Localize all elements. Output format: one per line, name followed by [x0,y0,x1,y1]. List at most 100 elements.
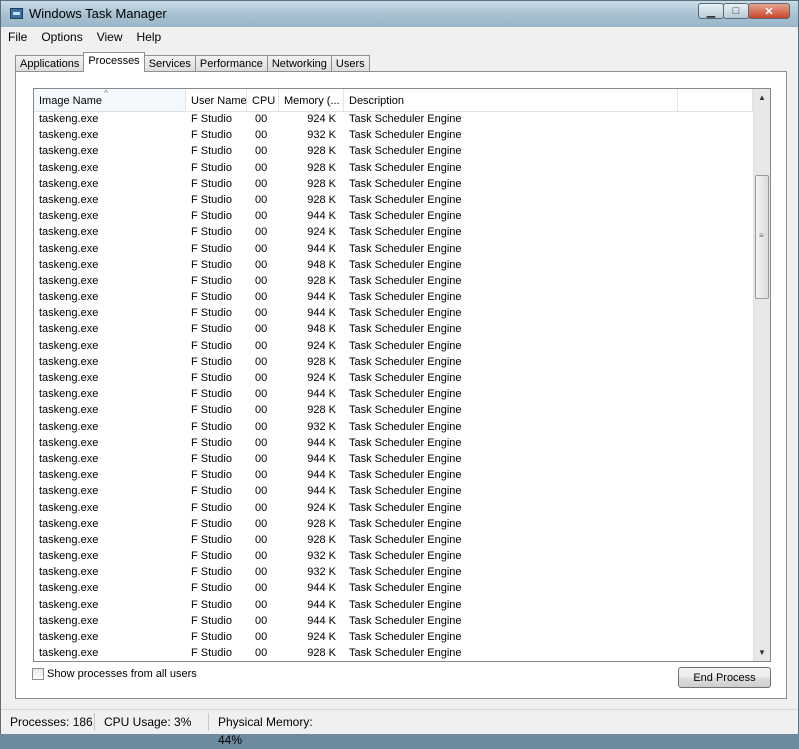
cell-cpu: 00 [255,226,268,239]
table-row[interactable]: taskeng.exe F Studio 00 928 K Task Scheduler… [34,143,753,159]
cell-image-name: taskeng.exe [39,452,99,465]
table-row[interactable]: taskeng.exe F Studio 00 944 K Task Scheduler… [34,289,753,305]
close-button[interactable]: ✕ [748,3,790,19]
cell-image-name: taskeng.exe [39,193,99,206]
column-header-memory[interactable]: Memory (... [279,89,344,111]
table-row[interactable]: taskeng.exe F Studio 00 928 K Task Scheduler… [34,160,753,176]
cell-cpu: 00 [255,598,268,611]
cell-user-name: F Studio [191,210,232,223]
table-row[interactable]: taskeng.exe F Studio 00 944 K Task Scheduler… [34,483,753,499]
show-all-users-checkbox[interactable] [32,668,44,680]
cell-memory: 944 K [307,242,336,255]
cell-user-name: F Studio [191,404,232,417]
table-row[interactable]: taskeng.exe F Studio 00 928 K Task Scheduler… [34,192,753,208]
table-row[interactable]: taskeng.exe F Studio 00 944 K Task Scheduler… [34,580,753,596]
cell-description: Task Scheduler Engine [349,404,462,417]
cell-user-name: F Studio [191,226,232,239]
cell-cpu: 00 [255,145,268,158]
cell-description: Task Scheduler Engine [349,113,462,125]
menu-help[interactable]: Help [130,27,169,47]
cell-image-name: taskeng.exe [39,307,99,320]
cell-memory: 944 K [307,307,336,320]
cell-image-name: taskeng.exe [39,339,99,352]
menu-bar: File Options View Help [1,27,798,47]
table-row[interactable]: taskeng.exe F Studio 00 948 K Task Scheduler… [34,257,753,273]
cell-user-name: F Studio [191,517,232,530]
table-row[interactable]: taskeng.exe F Studio 00 944 K Task Scheduler… [34,435,753,451]
show-all-users-option[interactable]: Show processes from all users [32,668,197,680]
table-row[interactable]: taskeng.exe F Studio 00 944 K Task Scheduler… [34,305,753,321]
table-row[interactable]: taskeng.exe F Studio 00 928 K Task Scheduler… [34,176,753,192]
cell-description: Task Scheduler Engine [349,598,462,611]
table-row[interactable]: taskeng.exe F Studio 00 924 K Task Scheduler… [34,629,753,645]
cell-description: Task Scheduler Engine [349,355,462,368]
cell-user-name: F Studio [191,614,232,627]
tab-applications[interactable]: Applications [15,55,85,72]
cell-user-name: F Studio [191,452,232,465]
column-header-image-name[interactable]: ^ Image Name [34,89,186,111]
cell-memory: 944 K [307,582,336,595]
column-header-user-name[interactable]: User Name [186,89,247,111]
vertical-scrollbar[interactable]: ▲ ≡ ▼ [753,89,770,661]
table-row[interactable]: taskeng.exe F Studio 00 932 K Task Scheduler… [34,127,753,143]
table-row[interactable]: taskeng.exe F Studio 00 928 K Task Scheduler… [34,354,753,370]
column-header-cpu[interactable]: CPU [247,89,279,111]
end-process-button[interactable]: End Process [678,667,771,688]
cell-memory: 932 K [307,550,336,563]
scroll-up-icon[interactable]: ▲ [754,89,770,106]
table-row[interactable]: taskeng.exe F Studio 00 924 K Task Scheduler… [34,111,753,127]
menu-options[interactable]: Options [34,27,89,47]
cell-cpu: 00 [255,242,268,255]
table-row[interactable]: taskeng.exe F Studio 00 932 K Task Scheduler… [34,419,753,435]
processes-panel: ^ Image Name User Name CPU Memory (... D… [15,71,787,699]
table-row[interactable]: taskeng.exe F Studio 00 928 K Task Scheduler… [34,273,753,289]
cell-cpu: 00 [255,647,268,660]
tab-users[interactable]: Users [330,55,370,72]
menu-view[interactable]: View [90,27,130,47]
column-header-label: Image Name [39,95,102,107]
table-row[interactable]: taskeng.exe F Studio 00 924 K Task Scheduler… [34,500,753,516]
table-row[interactable]: taskeng.exe F Studio 00 932 K Task Scheduler… [34,564,753,580]
table-row[interactable]: taskeng.exe F Studio 00 948 K Task Scheduler… [34,321,753,337]
process-list[interactable]: ^ Image Name User Name CPU Memory (... D… [33,88,771,662]
table-row[interactable]: taskeng.exe F Studio 00 928 K Task Scheduler… [34,645,753,661]
column-header-description[interactable]: Description [344,89,678,111]
table-row[interactable]: taskeng.exe F Studio 00 944 K Task Scheduler… [34,208,753,224]
cell-cpu: 00 [255,614,268,627]
tab-networking[interactable]: Networking [266,55,332,72]
cell-user-name: F Studio [191,485,232,498]
tab-services[interactable]: Services [143,55,196,72]
table-row[interactable]: taskeng.exe F Studio 00 944 K Task Scheduler… [34,613,753,629]
table-row[interactable]: taskeng.exe F Studio 00 928 K Task Scheduler… [34,402,753,418]
table-row[interactable]: taskeng.exe F Studio 00 944 K Task Scheduler… [34,241,753,257]
maximize-button[interactable]: □ [723,3,749,19]
cell-description: Task Scheduler Engine [349,177,462,190]
tab-processes[interactable]: Processes [83,52,145,72]
cell-cpu: 00 [255,388,268,401]
cell-image-name: taskeng.exe [39,355,99,368]
tab-performance[interactable]: Performance [194,55,268,72]
cell-memory: 928 K [307,517,336,530]
cell-user-name: F Studio [191,177,232,190]
table-row[interactable]: taskeng.exe F Studio 00 944 K Task Scheduler… [34,386,753,402]
table-row[interactable]: taskeng.exe F Studio 00 924 K Task Scheduler… [34,224,753,240]
cell-image-name: taskeng.exe [39,323,99,336]
cell-image-name: taskeng.exe [39,177,99,190]
cell-memory: 932 K [307,566,336,579]
table-row[interactable]: taskeng.exe F Studio 00 924 K Task Scheduler… [34,338,753,354]
scroll-down-icon[interactable]: ▼ [754,644,770,661]
cell-user-name: F Studio [191,647,232,660]
cell-user-name: F Studio [191,372,232,384]
table-row[interactable]: taskeng.exe F Studio 00 944 K Task Scheduler… [34,467,753,483]
scrollbar-thumb[interactable]: ≡ [755,175,769,299]
table-row[interactable]: taskeng.exe F Studio 00 928 K Task Scheduler… [34,532,753,548]
table-row[interactable]: taskeng.exe F Studio 00 924 K Task Scheduler… [34,370,753,386]
table-row[interactable]: taskeng.exe F Studio 00 928 K Task Scheduler… [34,516,753,532]
table-row[interactable]: taskeng.exe F Studio 00 944 K Task Scheduler… [34,451,753,467]
cell-cpu: 00 [255,469,268,482]
table-row[interactable]: taskeng.exe F Studio 00 944 K Task Scheduler… [34,597,753,613]
title-bar[interactable]: Windows Task Manager ▁ □ ✕ [1,1,798,28]
minimize-button[interactable]: ▁ [698,3,724,19]
table-row[interactable]: taskeng.exe F Studio 00 932 K Task Scheduler… [34,548,753,564]
menu-file[interactable]: File [1,27,34,47]
